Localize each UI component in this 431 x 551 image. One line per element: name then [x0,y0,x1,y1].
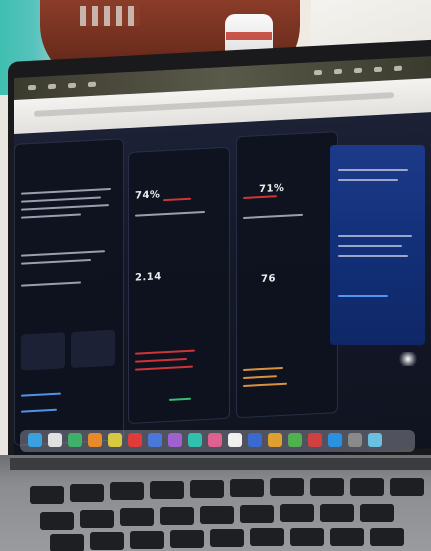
text-line [338,245,402,247]
status-icon [374,66,382,73]
key [230,479,264,497]
dock-icon [148,433,162,447]
dock-icon [188,433,202,447]
laptop-hinge [10,458,431,470]
key [200,506,234,524]
key [40,512,74,530]
key [280,504,314,522]
key [150,481,184,499]
text-line [338,169,408,171]
key [320,504,354,522]
cup-band [226,32,272,40]
key [190,480,224,498]
dock [20,430,415,452]
dock-icon [288,433,302,447]
key [130,531,164,549]
dock-icon [68,433,82,447]
dock-icon [28,433,42,447]
menu-item [68,82,76,89]
key [120,508,154,526]
status-line [169,397,191,401]
text-line [21,258,91,265]
metrics-panel-2: 71% 76 [236,131,338,419]
dock-icon [168,433,182,447]
dock-icon [228,433,242,447]
key [170,530,204,548]
dock-icon [328,433,342,447]
dock-icon [208,433,222,447]
warn-line [243,382,287,387]
key [90,532,124,550]
alert-line [135,349,195,355]
metrics-panel: 74% 2.14 [128,146,230,425]
key [370,528,404,546]
status-icon [354,67,362,74]
link-line [21,408,57,413]
status-icon [394,65,402,72]
alert-line [135,365,193,371]
dock-icon [268,433,282,447]
left-panel [14,138,124,446]
key [390,478,424,496]
status-icon [334,68,342,75]
key [250,528,284,546]
metric-value: 71% [259,182,285,196]
menu-item [48,83,56,90]
text-line [338,179,398,181]
metric-value: 74% [135,189,161,202]
text-line [338,235,412,237]
key [210,529,244,547]
dock-icon [348,433,362,447]
dock-icon [248,433,262,447]
key [360,504,394,522]
link-line [338,295,388,297]
chair-pattern [80,6,140,26]
menu-item [88,81,96,88]
link-line [21,392,61,397]
alert-line [135,357,187,363]
key [160,507,194,525]
warn-line [243,366,283,371]
text-line [21,196,101,203]
dock-icon [48,433,62,447]
key [290,528,324,546]
menu-item [28,84,36,91]
metric-value: 2.14 [135,271,162,284]
key [350,478,384,496]
dock-icon [88,433,102,447]
metric-value: 76 [261,273,276,286]
trend-bar [243,195,277,199]
text-line [21,250,105,257]
key [50,534,84,551]
stat-card [21,332,65,371]
keyboard [30,478,430,551]
text-line [21,187,111,195]
address-bar [34,92,394,117]
text-line [338,255,408,257]
warn-line [243,375,277,379]
text-line [21,204,109,211]
trend-bar [163,197,191,202]
dock-icon [128,433,142,447]
key [270,478,304,496]
text-line [21,213,81,219]
key [110,482,144,500]
key [80,510,114,528]
text-line [21,281,81,287]
stat-card [71,329,115,369]
photo: 74% 2.14 71% 76 [0,0,431,551]
key [240,505,274,523]
key [330,528,364,546]
dock-icon [308,433,322,447]
status-icon [314,69,322,76]
side-popup [330,145,425,345]
text-line [243,213,303,219]
dock-icon [108,433,122,447]
key [70,484,104,502]
text-line [135,210,205,217]
screen-glare [398,352,418,366]
dock-icon [368,433,382,447]
key [310,478,344,496]
key [30,486,64,504]
